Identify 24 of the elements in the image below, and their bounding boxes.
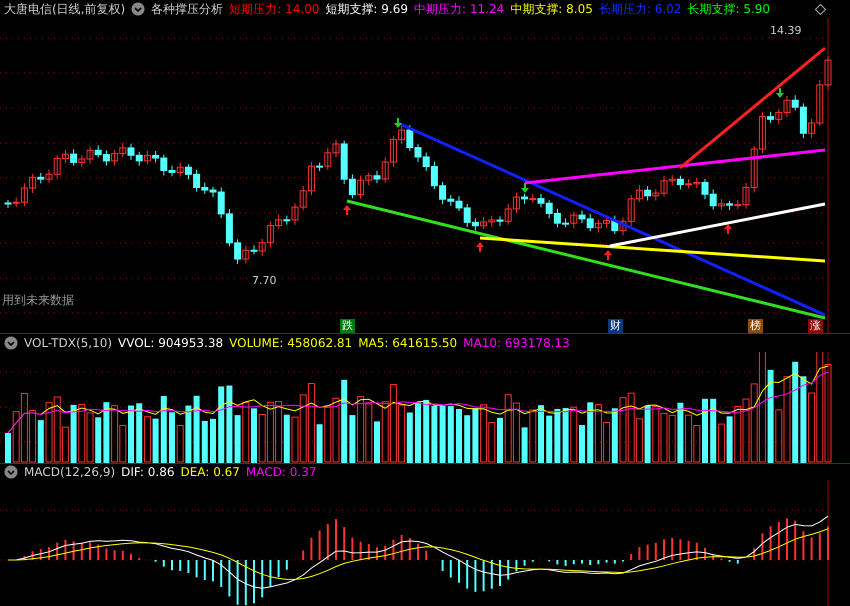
volume-reading: VVOL: 904953.38 xyxy=(118,336,224,350)
low-price-label: 7.70 xyxy=(252,274,276,287)
volume-reading: VOLUME: 458062.81 xyxy=(229,336,352,350)
level-reading: 长期支撑: 5.90 xyxy=(687,0,770,18)
high-price-label: 14.39 xyxy=(770,24,802,37)
macd-reading: DEA: 0.67 xyxy=(180,465,240,479)
level-reading: 中期支撑: 8.05 xyxy=(510,0,593,18)
level-reading: 长期压力: 6.02 xyxy=(598,0,682,18)
level-reading: 短期压力: 14.00 xyxy=(229,0,320,18)
event-badge[interactable]: 榜 xyxy=(748,319,763,333)
level-reading: 短期支撑: 9.69 xyxy=(325,0,408,18)
volume-reading: MA10: 693178.13 xyxy=(463,336,570,350)
volume-reading: MA5: 641615.50 xyxy=(358,336,458,350)
event-badge[interactable]: 跌 xyxy=(340,319,355,333)
event-badge[interactable]: 财 xyxy=(608,319,623,333)
indicator-name[interactable]: VOL-TDX(5,10) xyxy=(24,336,112,350)
macd-reading: MACD: 0.37 xyxy=(246,465,316,479)
future-data-note: 用到未来数据 xyxy=(2,292,74,309)
indicator-name[interactable]: 各种撑压分析 xyxy=(151,0,224,18)
macd-reading: DIF: 0.86 xyxy=(121,465,174,479)
indicator-name[interactable]: MACD(12,26,9) xyxy=(24,465,116,479)
stock-title: 大唐电信(日线,前复权) xyxy=(4,0,126,18)
event-badge[interactable]: 涨 xyxy=(808,319,823,333)
level-reading: 中期压力: 11.24 xyxy=(414,0,504,18)
